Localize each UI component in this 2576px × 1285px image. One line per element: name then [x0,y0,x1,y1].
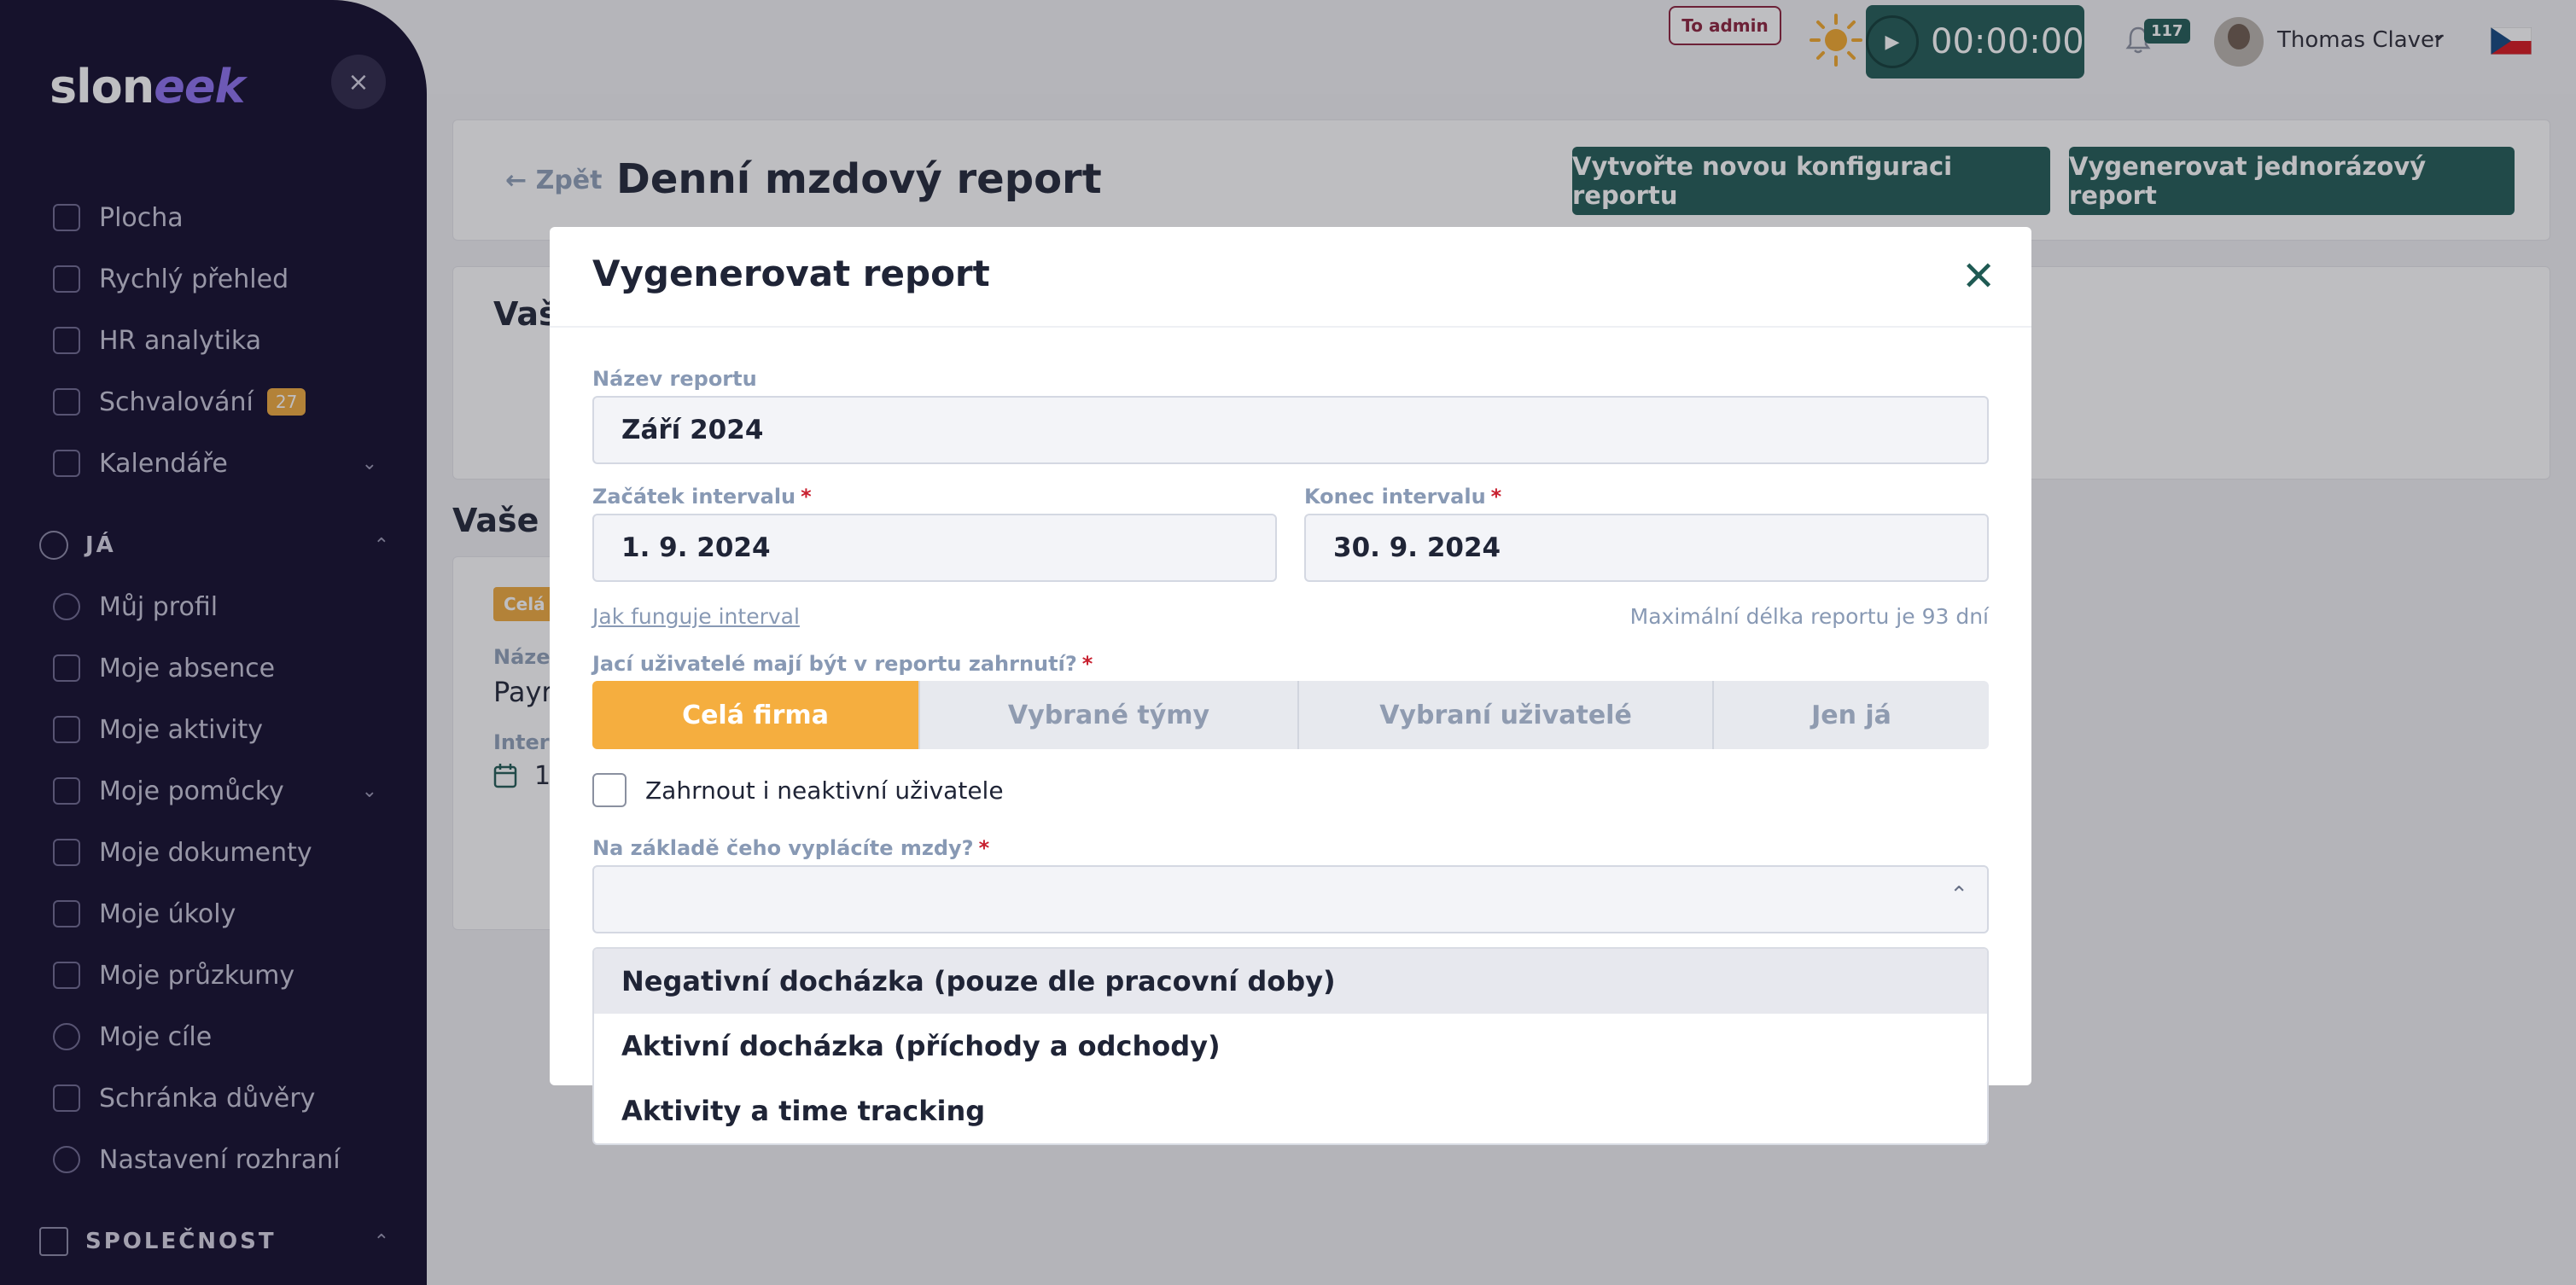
dropdown-option[interactable]: Aktivní docházka (příchody a odchody) [594,1014,1987,1079]
segment-only-me[interactable]: Jen já [1714,681,1989,749]
dropdown-option[interactable]: Aktivity a time tracking [594,1079,1987,1143]
payroll-basis-select[interactable]: ⌃ [592,865,1989,933]
report-name-input[interactable]: Září 2024 [592,396,1989,464]
segment-selected-teams[interactable]: Vybrané týmy [920,681,1299,749]
payroll-basis-dropdown: Negativní docházka (pouze dle pracovní d… [592,947,1989,1145]
modal-title: Vygenerovat report [592,253,990,294]
close-modal-button[interactable]: ✕ [1961,253,1996,300]
interval-help-link[interactable]: Jak funguje interval [592,604,800,629]
interval-start-input[interactable]: 1. 9. 2024 [592,514,1277,582]
max-length-note: Maximální délka reportu je 93 dní [1629,604,1989,629]
users-scope-segmented-control: Celá firma Vybrané týmy Vybraní uživatel… [592,681,1989,749]
interval-end-label: Konec intervalu * [1304,485,1502,509]
payroll-basis-label: Na základě čeho vyplácíte mzdy? * [592,836,990,860]
include-inactive-checkbox[interactable] [592,773,627,807]
users-scope-label: Jací uživatelé mají být v reportu zahrnu… [592,652,1093,676]
dropdown-option[interactable]: Negativní docházka (pouze dle pracovní d… [594,949,1987,1014]
interval-end-input[interactable]: 30. 9. 2024 [1304,514,1989,582]
interval-start-label: Začátek intervalu * [592,485,812,509]
include-inactive-label[interactable]: Zahrnout i neaktivní uživatele [645,776,1004,805]
report-name-label: Název reportu [592,367,757,391]
segment-whole-company[interactable]: Celá firma [592,681,920,749]
close-icon: ✕ [1961,253,1996,300]
segment-selected-users[interactable]: Vybraní uživatelé [1299,681,1714,749]
modal-header: Vygenerovat report ✕ [550,227,2031,328]
chevron-up-icon: ⌃ [1949,882,1968,908]
